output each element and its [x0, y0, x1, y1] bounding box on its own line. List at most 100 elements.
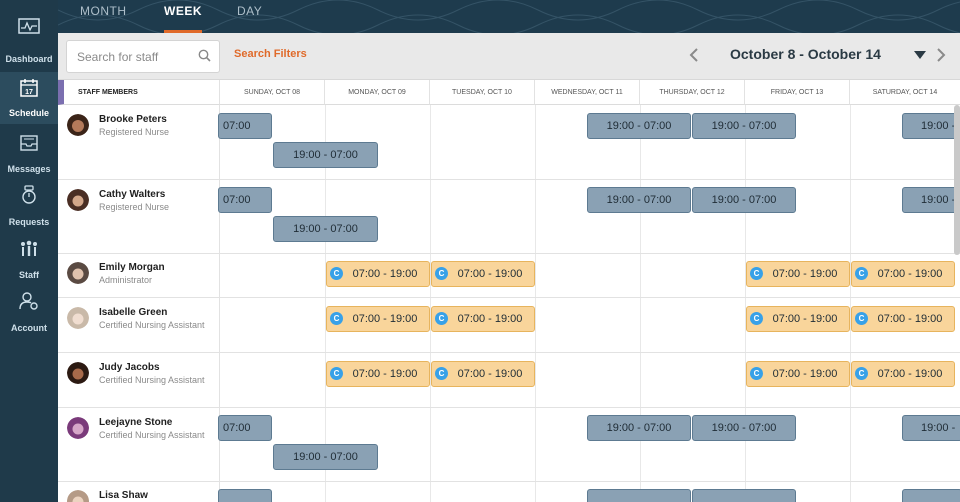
date-range-label: October 8 - October 14	[730, 46, 881, 62]
day-shift[interactable]: C 07:00 - 19:00	[746, 361, 850, 387]
night-shift[interactable]: 19:00 - 07:00	[587, 113, 691, 139]
nav-staff[interactable]: Staff	[0, 234, 58, 286]
staff-row: Lisa Shaw	[58, 482, 960, 502]
day-shift[interactable]: C 07:00 - 19:00	[746, 261, 850, 287]
shift-badge: C	[330, 367, 343, 380]
chevron-left-icon[interactable]	[688, 45, 700, 65]
day-shift[interactable]: C 07:00 - 19:00	[431, 306, 535, 332]
night-shift[interactable]	[587, 489, 691, 502]
svg-text:17: 17	[25, 89, 33, 96]
night-shift[interactable]: 19:00 - 07:00	[587, 415, 691, 441]
day-header: TUESDAY, OCT 10	[430, 80, 535, 105]
day-shift[interactable]: C 07:00 - 19:00	[746, 306, 850, 332]
day-shift[interactable]: C 07:00 - 19:00	[431, 261, 535, 287]
staff-cell: Brooke Peters Registered Nurse	[58, 105, 220, 179]
nav-staff-label: Staff	[19, 270, 39, 280]
night-shift[interactable]: 19:00 - 07:00	[273, 216, 378, 242]
staff-row: Judy Jacobs Certified Nursing Assistant …	[58, 353, 960, 408]
night-shift[interactable]: 19:00 - 07:00	[692, 113, 796, 139]
day-header: FRIDAY, OCT 13	[745, 80, 850, 105]
shift-time: 07:00 - 19:00	[352, 268, 418, 280]
staff-cell: Lisa Shaw	[58, 482, 220, 502]
shift-time: 07:00 - 19:00	[457, 268, 523, 280]
night-shift[interactable]: 19:00 - 07:00	[273, 444, 378, 470]
day-header: WEDNESDAY, OCT 11	[535, 80, 640, 105]
day-shift[interactable]: C 07:00 - 19:00	[851, 361, 955, 387]
tab-day[interactable]: DAY	[237, 0, 262, 33]
staff-name[interactable]: Leejayne Stone	[99, 417, 172, 428]
day-header: SATURDAY, OCT 14	[850, 80, 960, 105]
nav-messages[interactable]: Messages	[0, 128, 58, 180]
avatar	[67, 114, 89, 136]
day-shift[interactable]: C 07:00 - 19:00	[326, 361, 430, 387]
day-shift[interactable]: C 07:00 - 19:00	[326, 261, 430, 287]
tab-week[interactable]: WEEK	[164, 0, 202, 33]
staff-row: Brooke Peters Registered Nurse 07:00 19:…	[58, 105, 960, 180]
view-tabs-bar: MONTH WEEK DAY	[58, 0, 960, 33]
nav-schedule[interactable]: 17 Schedule	[0, 72, 58, 124]
night-shift[interactable]: 19:00 - 07:00	[692, 415, 796, 441]
staff-cell: Isabelle Green Certified Nursing Assista…	[58, 298, 220, 352]
night-shift[interactable]	[218, 489, 272, 502]
night-shift[interactable]: 19:00 -	[902, 415, 960, 441]
sidebar: Dashboard 17 Schedule Messages Requests …	[0, 0, 58, 502]
shift-badge: C	[435, 312, 448, 325]
avatar	[67, 490, 89, 502]
night-shift[interactable]: 19:00 -	[902, 187, 960, 213]
nav-schedule-label: Schedule	[8, 108, 49, 118]
vertical-scrollbar[interactable]	[954, 105, 960, 255]
shift-time: 07:00 - 19:00	[772, 268, 838, 280]
nav-requests-label: Requests	[8, 217, 50, 227]
day-shift[interactable]: C 07:00 - 19:00	[431, 361, 535, 387]
staff-name[interactable]: Isabelle Green	[99, 307, 167, 318]
night-shift[interactable]: 07:00	[218, 415, 272, 441]
people-icon	[21, 240, 37, 256]
user-gear-icon	[19, 292, 38, 310]
shift-badge: C	[330, 312, 343, 325]
nav-dashboard-label: Dashboard	[5, 54, 53, 64]
dashboard-icon	[18, 18, 40, 34]
staff-role: Certified Nursing Assistant	[99, 320, 205, 330]
nav-dashboard[interactable]: Dashboard	[0, 18, 58, 70]
nav-requests[interactable]: Requests	[0, 181, 58, 233]
staff-name[interactable]: Emily Morgan	[99, 262, 165, 273]
staff-cell: Judy Jacobs Certified Nursing Assistant	[58, 353, 220, 407]
day-header: THURSDAY, OCT 12	[640, 80, 745, 105]
night-shift[interactable]: 19:00 -	[902, 113, 960, 139]
shift-badge: C	[435, 267, 448, 280]
day-header: MONDAY, OCT 09	[325, 80, 430, 105]
night-shift[interactable]: 19:00 - 07:00	[587, 187, 691, 213]
staff-name[interactable]: Brooke Peters	[99, 114, 167, 125]
shift-badge: C	[330, 267, 343, 280]
night-shift[interactable]: 07:00	[218, 187, 272, 213]
night-shift[interactable]: 19:00 - 07:00	[273, 142, 378, 168]
day-shift[interactable]: C 07:00 - 19:00	[851, 306, 955, 332]
tab-month[interactable]: MONTH	[80, 0, 127, 33]
shift-time: 07:00 - 19:00	[877, 268, 943, 280]
chevron-right-icon[interactable]	[935, 45, 947, 65]
nav-account[interactable]: Account	[0, 287, 58, 339]
toolbar: Search Filters October 8 - October 14	[58, 33, 960, 80]
search-input[interactable]	[75, 47, 199, 67]
shift-time: 07:00 - 19:00	[877, 313, 943, 325]
night-shift[interactable]	[692, 489, 796, 502]
avatar	[67, 362, 89, 384]
search-icon[interactable]	[198, 49, 211, 62]
night-shift[interactable]: 19:00 - 07:00	[692, 187, 796, 213]
day-shift[interactable]: C 07:00 - 19:00	[326, 306, 430, 332]
staff-name[interactable]: Cathy Walters	[99, 189, 165, 200]
night-shift[interactable]: 07:00	[218, 113, 272, 139]
day-shift[interactable]: C 07:00 - 19:00	[851, 261, 955, 287]
avatar	[67, 262, 89, 284]
staff-column-header: STAFF MEMBERS	[58, 80, 220, 105]
staff-role: Registered Nurse	[99, 127, 170, 137]
night-shift[interactable]	[902, 489, 960, 502]
search-filters-link[interactable]: Search Filters	[234, 48, 307, 60]
staff-name[interactable]: Judy Jacobs	[99, 362, 160, 373]
caret-down-icon[interactable]	[914, 51, 926, 60]
nav-messages-label: Messages	[7, 164, 51, 174]
inbox-icon	[20, 135, 38, 151]
staff-row: Isabelle Green Certified Nursing Assista…	[58, 298, 960, 353]
shift-badge: C	[855, 367, 868, 380]
staff-name[interactable]: Lisa Shaw	[99, 490, 148, 501]
